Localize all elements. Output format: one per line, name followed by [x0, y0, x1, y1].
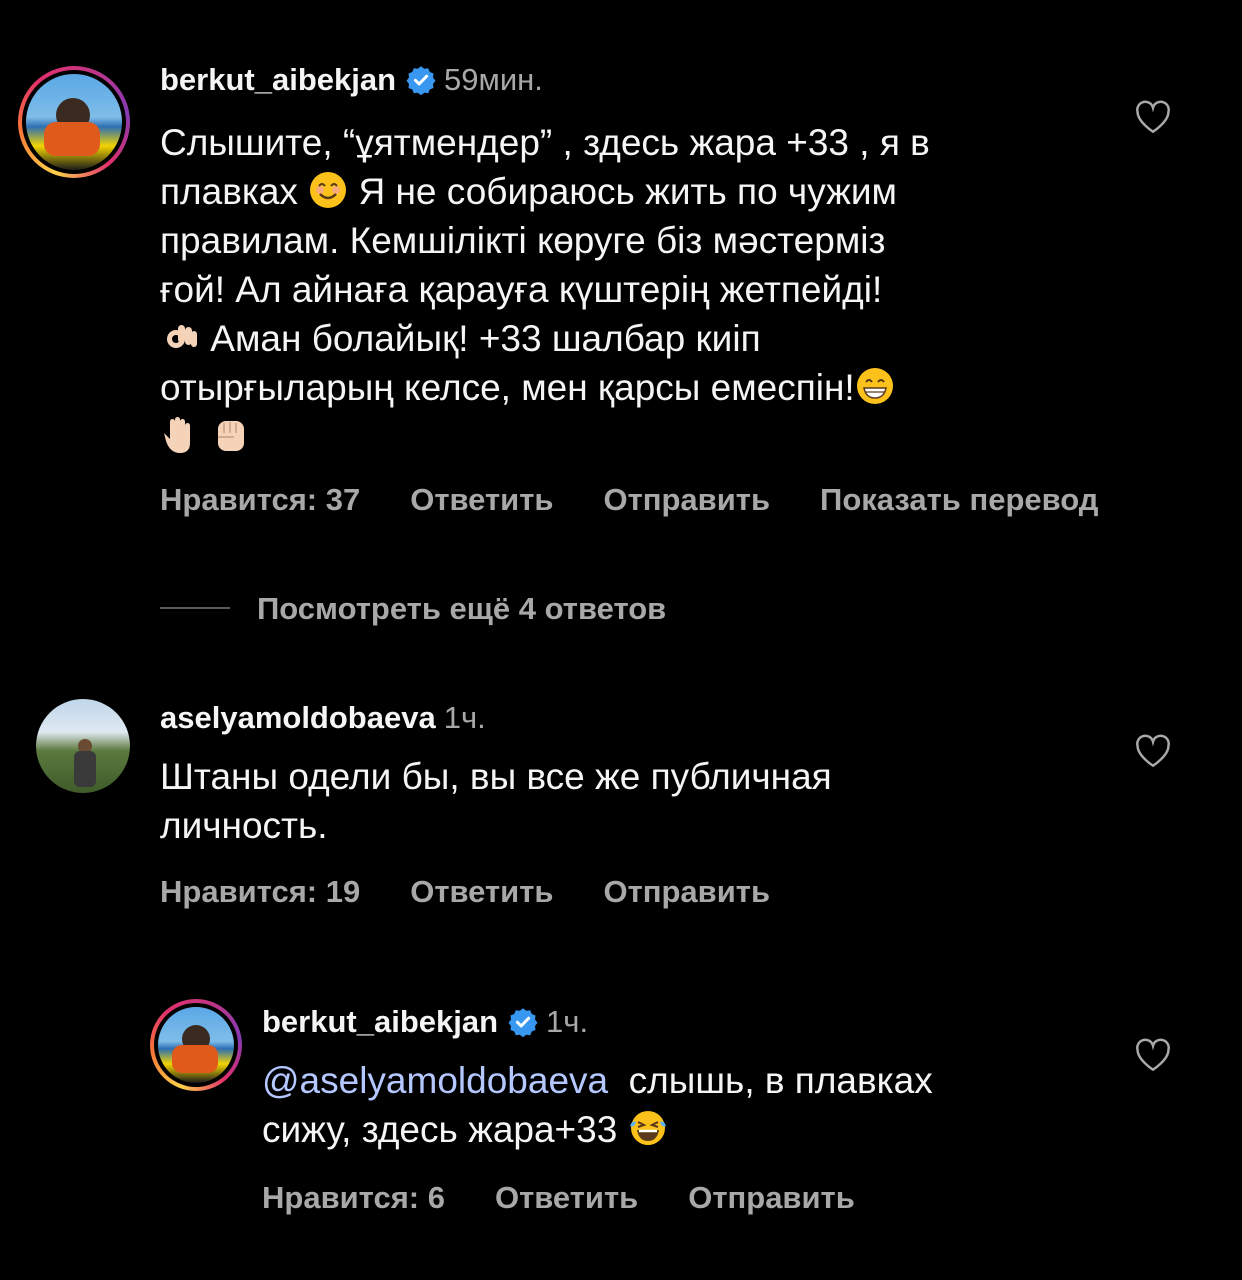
heart-icon[interactable]	[1134, 734, 1172, 768]
comment-text: Штаны одели бы, вы все же публичная личн…	[160, 752, 1120, 850]
smile-emoji-icon	[310, 172, 347, 208]
avatar-aselya[interactable]	[36, 699, 130, 793]
username[interactable]: berkut_aibekjan	[160, 62, 396, 97]
comment-actions: Нравится: 6 Ответить Отправить	[262, 1180, 905, 1216]
comment-text: @aselyamoldobaeva слышь, в плавках сижу,…	[262, 1056, 1122, 1154]
avatar-berkut[interactable]	[150, 999, 242, 1091]
raised-hand-emoji-icon	[164, 417, 190, 453]
reply-button[interactable]: Ответить	[410, 874, 553, 909]
comment-actions: Нравится: 19 Ответить Отправить	[160, 874, 820, 910]
verified-badge-icon	[508, 1008, 538, 1037]
send-button[interactable]: Отправить	[603, 874, 770, 909]
comment-header: aselyamoldobaeva 1ч.	[160, 700, 486, 736]
username[interactable]: aselyamoldobaeva	[160, 700, 436, 735]
send-button[interactable]: Отправить	[603, 482, 770, 517]
comment-header: berkut_aibekjan 1ч.	[262, 1004, 588, 1040]
verified-badge-icon	[406, 66, 436, 95]
heart-icon[interactable]	[1134, 1038, 1172, 1072]
text-line: сижу, здесь жара+33	[262, 1109, 618, 1150]
reply-button[interactable]: Ответить	[410, 482, 553, 517]
mention-link[interactable]: @aselyamoldobaeva	[262, 1060, 608, 1101]
comment-header: berkut_aibekjan 59мин.	[160, 62, 543, 98]
timestamp: 59мин.	[444, 62, 543, 97]
divider	[160, 607, 230, 609]
comment-actions: Нравится: 37 Ответить Отправить Показать пе…	[160, 482, 1148, 518]
send-button[interactable]: Отправить	[688, 1180, 855, 1215]
text-line: Слышите, “ұятмендер” , здесь жара +33 , …	[160, 122, 930, 163]
avatar-berkut[interactable]	[18, 66, 130, 178]
translate-button[interactable]: Показать перевод	[820, 482, 1098, 517]
grin-emoji-icon	[856, 368, 893, 404]
text-line: слышь, в плавках	[628, 1060, 933, 1101]
text-line: отырғыларың келсе, мен қарсы емеспін!	[160, 367, 855, 408]
timestamp: 1ч.	[546, 1004, 589, 1039]
timestamp: 1ч.	[443, 700, 486, 735]
ok-hand-emoji-icon	[167, 325, 197, 348]
likes-count[interactable]: Нравится: 19	[160, 874, 360, 909]
laughing-tears-emoji-icon	[629, 1111, 666, 1145]
text-line: Штаны одели бы, вы все же публичная	[160, 756, 832, 797]
reply-button[interactable]: Ответить	[495, 1180, 638, 1215]
likes-count[interactable]: Нравится: 37	[160, 482, 360, 517]
fist-emoji-icon	[218, 421, 245, 451]
comment-text: Слышите, “ұятмендер” , здесь жара +33 , …	[160, 118, 1120, 461]
likes-count[interactable]: Нравится: 6	[262, 1180, 445, 1215]
text-line: Аман болайық! +33 шалбар киіп	[210, 318, 761, 359]
text-line: ғой! Ал айнаға қарауға күштерің жетпейді…	[160, 269, 883, 310]
text-line: правилам. Кемшілікті көруге біз мәстермі…	[160, 220, 886, 261]
heart-icon[interactable]	[1134, 100, 1172, 134]
text-line: Я не собираюсь жить по чужим	[358, 171, 897, 212]
text-line: личность.	[160, 805, 328, 846]
text-line: плавках	[160, 171, 298, 212]
view-more-replies[interactable]: Посмотреть ещё 4 ответов	[257, 591, 666, 627]
username[interactable]: berkut_aibekjan	[262, 1004, 498, 1039]
